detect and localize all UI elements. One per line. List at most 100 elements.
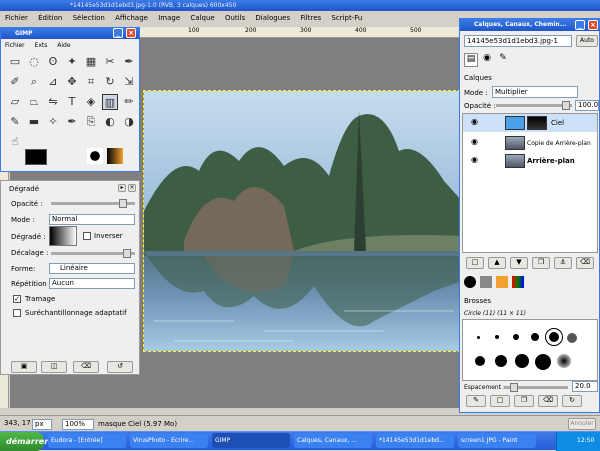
move-icon[interactable]: ✥ — [64, 74, 80, 90]
menu-selection[interactable]: Sélection — [73, 14, 105, 22]
delete-brush-button[interactable]: ⌫ — [538, 395, 558, 407]
patterns-tab[interactable] — [480, 276, 492, 288]
opacity-slider-handle[interactable] — [119, 199, 127, 208]
taskbar-item-virusphoto[interactable]: VirusPhoto - Ecrire... — [130, 433, 208, 448]
spacing-slider-handle[interactable] — [510, 383, 518, 392]
dock-tab-channels[interactable]: ◉ — [480, 53, 494, 67]
opacity-slider[interactable] — [51, 199, 135, 208]
gradient-preview[interactable] — [107, 148, 123, 164]
color-picker-icon[interactable]: ✐ — [7, 74, 23, 90]
offset-slider-handle[interactable] — [123, 249, 131, 258]
taskbar-item-gimp[interactable]: GIMP — [212, 433, 290, 448]
image-select[interactable]: 14145e53d1d1ebd3.jpg-1 — [464, 35, 572, 47]
dock-close-button[interactable]: × — [588, 20, 598, 30]
menu-dialogues[interactable]: Dialogues — [255, 14, 290, 22]
mode-select[interactable]: Normal — [49, 214, 135, 225]
brush-item[interactable] — [515, 354, 529, 368]
taskbar-item-paint[interactable]: screen1 JPG - Paint — [458, 433, 536, 448]
brush-grid[interactable] — [462, 319, 598, 381]
menu-script-fu[interactable]: Script-Fu — [331, 14, 362, 22]
paintbrush-icon[interactable]: ✎ — [7, 114, 23, 130]
brush-item[interactable] — [535, 354, 551, 370]
convolve-icon[interactable]: ◐ — [102, 114, 118, 130]
perspective-icon[interactable]: ⏢ — [26, 94, 42, 110]
text-icon[interactable]: T — [64, 94, 80, 110]
zoom-select[interactable]: 100% — [62, 419, 94, 430]
edit-brush-button[interactable]: ✎ — [466, 395, 486, 407]
layer-mask-thumbnail[interactable] — [527, 116, 547, 130]
anchor-layer-button[interactable]: ⚓ — [554, 257, 572, 269]
visibility-eye-icon[interactable]: ◉ — [471, 137, 478, 146]
dock-tab-paths[interactable]: ✎ — [496, 53, 510, 67]
blend-icon[interactable]: ▥ — [102, 94, 118, 110]
lower-layer-button[interactable]: ▼ — [510, 257, 528, 269]
cancel-button[interactable]: Annuler — [568, 418, 596, 430]
rect-select-icon[interactable]: ▭ — [7, 54, 23, 70]
supersample-checkbox[interactable] — [13, 309, 21, 317]
eraser-icon[interactable]: ▬ — [26, 114, 42, 130]
palettes-tab[interactable] — [512, 276, 524, 288]
brush-item[interactable] — [531, 333, 539, 341]
layer-opacity-slider[interactable] — [496, 101, 572, 110]
brush-item[interactable] — [557, 354, 571, 368]
brush-item[interactable] — [475, 356, 485, 366]
taskbar-item-image[interactable]: *14145e53d1d1ebd... — [376, 433, 454, 448]
scissors-icon[interactable]: ✂ — [102, 54, 118, 70]
rotate-icon[interactable]: ↻ — [102, 74, 118, 90]
new-layer-button[interactable]: □ — [466, 257, 484, 269]
image-canvas[interactable] — [143, 90, 461, 352]
select-by-color-icon[interactable]: ▦ — [83, 54, 99, 70]
brush-item[interactable] — [495, 335, 499, 339]
delete-layer-button[interactable]: ⌫ — [576, 257, 594, 269]
new-brush-button[interactable]: □ — [490, 395, 510, 407]
menu-edition[interactable]: Édition — [38, 14, 62, 22]
pencil-icon[interactable]: ✏ — [121, 94, 137, 110]
menu-image[interactable]: Image — [158, 14, 180, 22]
save-options-button[interactable]: ▣ — [11, 361, 37, 373]
menu-calque[interactable]: Calque — [190, 14, 214, 22]
ink-icon[interactable]: ✒ — [64, 114, 80, 130]
scale-icon[interactable]: ⇲ — [121, 74, 137, 90]
brush-item[interactable] — [477, 336, 480, 339]
brush-item[interactable] — [567, 333, 577, 343]
layer-opacity-input[interactable]: 100.0 — [575, 100, 599, 111]
unit-select[interactable]: px — [32, 419, 52, 430]
reset-options-button[interactable]: ↺ — [107, 361, 133, 373]
brushes-tab[interactable] — [464, 276, 476, 288]
layer-row[interactable]: ◉ Arrière-plan — [463, 152, 597, 170]
magic-wand-icon[interactable]: ✦ — [64, 54, 80, 70]
tool-options-menu-button[interactable]: ▸ — [118, 184, 126, 192]
duplicate-brush-button[interactable]: ❐ — [514, 395, 534, 407]
repeat-select[interactable]: Aucun — [49, 278, 135, 289]
lasso-icon[interactable]: ʘ — [45, 54, 61, 70]
menu-affichage[interactable]: Affichage — [115, 14, 148, 22]
refresh-brushes-button[interactable]: ↻ — [562, 395, 582, 407]
shape-select[interactable]: Linéaire — [49, 263, 135, 274]
auto-button[interactable]: Auto — [576, 35, 598, 47]
duplicate-layer-button[interactable]: ❐ — [532, 257, 550, 269]
spacing-input[interactable]: 20.0 — [572, 381, 598, 392]
brush-preview[interactable] — [87, 148, 103, 164]
delete-options-button[interactable]: ⌫ — [73, 361, 99, 373]
brush-item[interactable] — [513, 334, 519, 340]
layer-opacity-handle[interactable] — [562, 101, 570, 110]
clone-icon[interactable]: ⎘ — [83, 114, 99, 130]
toolbox-menu-fichier[interactable]: Fichier — [5, 42, 25, 49]
restore-options-button[interactable]: ◫ — [41, 361, 67, 373]
menu-fichier[interactable]: Fichier — [5, 14, 28, 22]
airbrush-icon[interactable]: ✧ — [45, 114, 61, 130]
gradient-select[interactable] — [49, 226, 77, 246]
toolbox-minimize-button[interactable]: _ — [113, 28, 123, 38]
gradients-tab[interactable] — [496, 276, 508, 288]
dock-minimize-button[interactable]: _ — [575, 20, 585, 30]
layer-row[interactable]: ◉ Ciel — [463, 114, 597, 132]
brush-item[interactable] — [495, 355, 507, 367]
dither-checkbox[interactable]: ✓ — [13, 295, 21, 303]
spacing-slider[interactable] — [504, 383, 568, 392]
layer-row[interactable]: ◉ Copie de Arrière-plan — [463, 134, 597, 152]
zoom-icon[interactable]: ⌕ — [26, 74, 42, 90]
crop-icon[interactable]: ⌗ — [83, 74, 99, 90]
brush-item[interactable] — [545, 328, 563, 346]
smudge-icon[interactable]: ☝ — [7, 134, 23, 150]
foreground-color-swatch[interactable] — [25, 149, 47, 165]
